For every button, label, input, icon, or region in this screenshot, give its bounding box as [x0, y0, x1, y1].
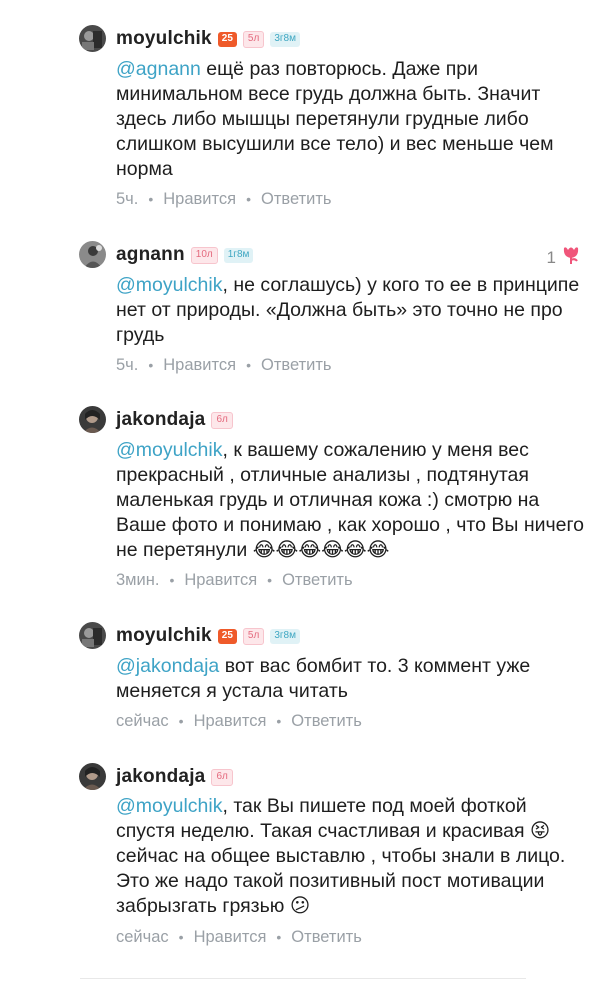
age-badge: 5л — [242, 30, 265, 48]
avatar[interactable] — [79, 241, 106, 268]
separator-dot: • — [148, 357, 154, 373]
likes-count: 1 — [546, 247, 556, 267]
age-badge: 5л — [242, 627, 265, 645]
avatar[interactable] — [79, 763, 106, 790]
like-button[interactable]: Нравится — [194, 928, 267, 947]
comment-time: сейчас — [116, 711, 169, 730]
comment-text: @moyulchik, к вашему сожалению у меня ве… — [116, 438, 586, 563]
mention-link[interactable]: @moyulchik — [116, 274, 223, 296]
reply-button[interactable]: Ответить — [282, 571, 353, 590]
tulip-like-icon[interactable] — [560, 244, 582, 271]
reply-button[interactable]: Ответить — [261, 356, 332, 375]
comment-text: @jakondaja вот вас бомбит то. 3 коммент … — [116, 654, 586, 704]
comment-time: 5ч. — [116, 355, 139, 374]
comment-time: 5ч. — [116, 189, 139, 208]
account-age-badge: 3г8м — [270, 31, 300, 47]
confused-emoji: 😕 — [289, 895, 311, 917]
separator-dot: • — [267, 572, 273, 588]
reply-button[interactable]: Ответить — [291, 928, 362, 947]
age-badge: 6л — [211, 411, 233, 429]
rating-badge: 25 — [217, 628, 237, 644]
separator-dot: • — [169, 572, 175, 588]
like-button[interactable]: Нравится — [194, 712, 267, 731]
mention-link[interactable]: @moyulchik — [116, 439, 223, 461]
separator-dot: • — [276, 929, 282, 945]
comment-body-cont: сейчас на общее выставлю , чтобы знали в… — [116, 845, 566, 917]
like-button[interactable]: Нравится — [163, 356, 236, 375]
avatar[interactable] — [79, 622, 106, 649]
separator-dot: • — [178, 713, 184, 729]
age-badge: 10л — [190, 246, 218, 264]
comment-text: @moyulchik, не соглашусь) у кого то ее в… — [116, 273, 586, 348]
comment-text: @moyulchik, так Вы пишете под моей фотко… — [116, 794, 586, 919]
username[interactable]: moyulchik — [116, 625, 212, 647]
username[interactable]: agnann — [116, 244, 185, 266]
mention-link[interactable]: @agnann — [116, 58, 201, 80]
mention-link[interactable]: @jakondaja — [116, 655, 219, 677]
account-age-badge: 1г8м — [223, 247, 254, 263]
avatar[interactable] — [79, 25, 106, 52]
comment-text: @agnann ещё раз повторюсь. Даже при мини… — [116, 57, 586, 182]
like-button[interactable]: Нравится — [163, 190, 236, 209]
age-badge: 6л — [211, 768, 233, 786]
username[interactable]: moyulchik — [116, 28, 212, 50]
username[interactable]: jakondaja — [116, 409, 205, 431]
tongue-emoji: 😝 — [529, 820, 551, 842]
separator-dot: • — [148, 191, 154, 207]
separator-dot: • — [178, 929, 184, 945]
rating-badge: 25 — [217, 31, 237, 47]
username[interactable]: jakondaja — [116, 766, 205, 788]
comment-time: сейчас — [116, 927, 169, 946]
reply-button[interactable]: Ответить — [291, 712, 362, 731]
like-button[interactable]: Нравится — [184, 571, 257, 590]
account-age-badge: 3г8м — [270, 628, 300, 644]
avatar[interactable] — [79, 406, 106, 433]
separator-dot: • — [246, 191, 251, 207]
mention-link[interactable]: @moyulchik — [116, 795, 223, 817]
laughing-emoji: 😂😂😂😂😂😂 — [252, 539, 390, 561]
divider — [80, 978, 526, 979]
like-counter[interactable]: 1 — [547, 244, 582, 271]
reply-button[interactable]: Ответить — [261, 190, 332, 209]
separator-dot: • — [276, 713, 282, 729]
comment-time: 3мин. — [116, 570, 160, 589]
separator-dot: • — [246, 357, 251, 373]
